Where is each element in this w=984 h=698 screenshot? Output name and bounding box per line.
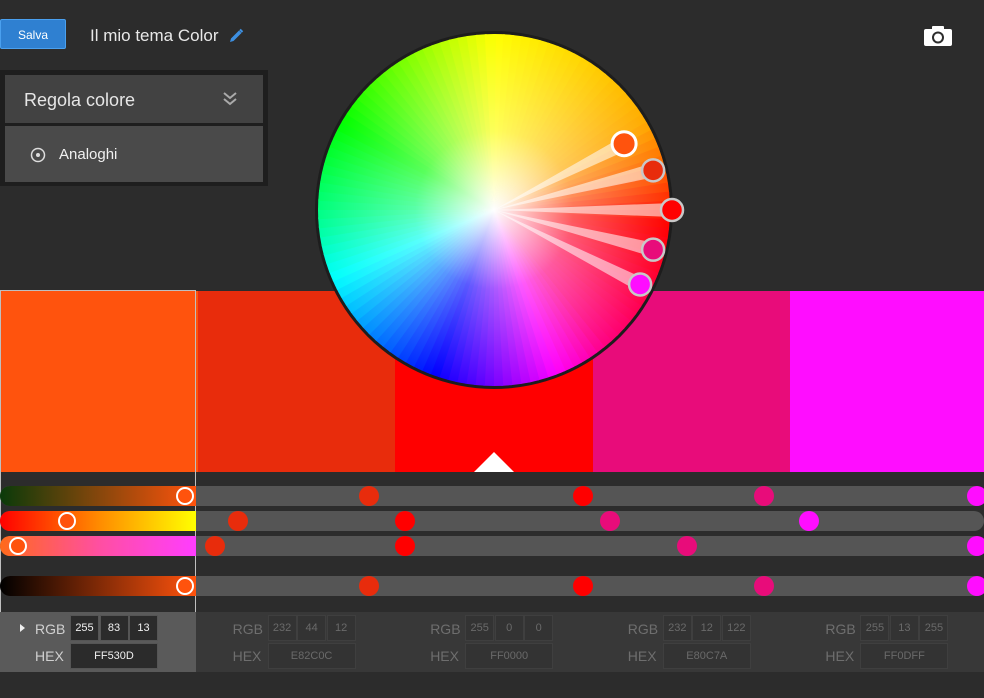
camera-icon[interactable] (922, 24, 954, 48)
slider-handle[interactable] (967, 536, 984, 556)
hex-field[interactable]: E80C7A (662, 643, 751, 669)
rgb-label: RGB (825, 621, 856, 637)
slider-handle[interactable] (9, 537, 27, 555)
slider-gradient[interactable] (0, 576, 196, 596)
wheel-color-handle[interactable] (610, 130, 638, 158)
rgb-label: RGB (232, 621, 263, 637)
rule-label: Analoghi (59, 146, 118, 163)
green-field[interactable]: 0 (494, 615, 524, 641)
slider-handle[interactable] (395, 511, 415, 531)
save-button[interactable]: Salva (0, 19, 66, 49)
hex-label: HEX (627, 648, 657, 664)
hex-label: HEX (825, 648, 855, 664)
rgb-label: RGB (430, 621, 461, 637)
red-field[interactable]: 255 (465, 615, 495, 641)
green-field[interactable]: 13 (889, 615, 919, 641)
slider-gradient[interactable] (0, 511, 196, 531)
hex-label: HEX (430, 648, 459, 664)
green-field[interactable]: 83 (99, 615, 129, 641)
red-field[interactable]: 232 (267, 615, 297, 641)
red-field[interactable]: 255 (860, 615, 890, 641)
blue-field[interactable]: 122 (721, 615, 751, 641)
slider-handle[interactable] (967, 576, 984, 596)
hex-field[interactable]: FF0DFF (860, 643, 949, 669)
slider-handle[interactable] (573, 486, 593, 506)
panel-title: Regola colore (24, 90, 136, 110)
triangle-right-icon[interactable] (20, 624, 25, 632)
slider-handle[interactable] (205, 536, 225, 556)
color-swatch[interactable] (790, 291, 984, 472)
blue-field[interactable]: 255 (919, 615, 949, 641)
slider-handle[interactable] (58, 512, 76, 530)
pencil-icon[interactable] (228, 28, 244, 44)
rgb-label: RGB (627, 621, 659, 637)
hex-field[interactable]: FF530D (70, 643, 158, 669)
wheel-color-handle[interactable] (627, 272, 653, 297)
slider-handle[interactable] (395, 536, 415, 556)
hex-label: HEX (232, 648, 262, 664)
blue-field[interactable]: 12 (326, 615, 356, 641)
hex-label: HEX (35, 648, 64, 664)
slider-gradient[interactable] (0, 486, 196, 506)
wheel-color-handle[interactable] (659, 197, 685, 223)
slider-handle[interactable] (359, 486, 379, 506)
slider-handle[interactable] (176, 577, 194, 595)
slider-handle[interactable] (754, 486, 774, 506)
slider-handle[interactable] (677, 536, 697, 556)
wheel-color-handle[interactable] (640, 237, 666, 262)
color-wheel[interactable] (312, 28, 692, 398)
slider-handle[interactable] (967, 486, 984, 506)
slider-handle[interactable] (176, 487, 194, 505)
green-field[interactable]: 44 (297, 615, 327, 641)
slider-handle[interactable] (359, 576, 379, 596)
red-field[interactable]: 232 (662, 615, 692, 641)
double-chevron-down-icon[interactable] (221, 91, 239, 107)
base-color-marker (474, 452, 514, 472)
slider-gradient[interactable] (0, 536, 196, 556)
theme-title[interactable]: Il mio tema Color (90, 26, 218, 46)
blue-field[interactable]: 13 (129, 615, 158, 641)
hex-field[interactable]: E82C0C (267, 643, 356, 669)
radio-circle-icon (30, 147, 46, 163)
red-field[interactable]: 255 (70, 615, 99, 641)
blue-field[interactable]: 0 (524, 615, 554, 641)
wheel-color-handle[interactable] (640, 158, 666, 183)
rgb-label: RGB (35, 621, 66, 637)
slider-handle[interactable] (754, 576, 774, 596)
hex-field[interactable]: FF0000 (465, 643, 554, 669)
color-swatch[interactable] (0, 291, 199, 472)
slider-handle[interactable] (573, 576, 593, 596)
slider-handle[interactable] (600, 511, 620, 531)
green-field[interactable]: 12 (692, 615, 722, 641)
slider-handle[interactable] (799, 511, 819, 531)
slider-handle[interactable] (228, 511, 248, 531)
